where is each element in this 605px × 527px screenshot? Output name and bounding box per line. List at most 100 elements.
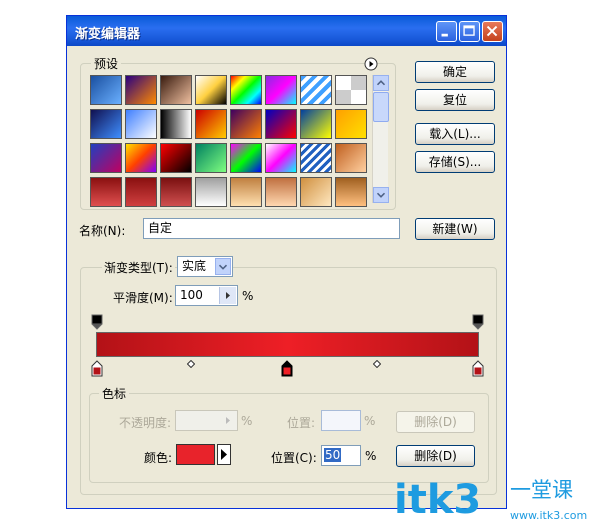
color-position-input[interactable]: 50 (321, 445, 361, 466)
color-position-unit: % (365, 449, 377, 463)
watermark: itk3 一堂课 www.itk3.com (392, 473, 605, 524)
preset-swatch[interactable] (195, 109, 227, 139)
preset-swatch[interactable] (265, 109, 297, 139)
smoothness-input[interactable]: 100 (175, 285, 238, 306)
color-menu-button[interactable] (217, 444, 231, 465)
opacity-position-unit: % (364, 414, 376, 428)
chevron-right-icon (226, 292, 230, 299)
preset-swatch[interactable] (300, 143, 332, 173)
chevron-up-icon (376, 80, 386, 86)
delete-opacity-stop-button: 删除(D) (396, 411, 475, 433)
watermark-text: itk3 (394, 477, 481, 523)
load-button[interactable]: 载入(L)... (415, 123, 495, 145)
preset-swatch[interactable] (265, 75, 297, 105)
window-title: 渐变编辑器 (75, 27, 141, 42)
minimize-icon (441, 33, 448, 37)
opacity-stop-right-icon[interactable] (472, 314, 484, 330)
presets-menu-arrow-icon[interactable] (364, 57, 378, 71)
opacity-stepper (220, 412, 236, 429)
gradient-type-select[interactable]: 实底 (177, 256, 233, 277)
midpoint-diamond-icon[interactable] (187, 360, 195, 368)
preset-swatch-grid (90, 75, 373, 207)
preset-swatch[interactable] (90, 109, 122, 139)
preset-swatch[interactable] (160, 75, 192, 105)
preset-swatch[interactable] (230, 109, 262, 139)
color-swatch[interactable] (176, 444, 215, 465)
preset-swatch[interactable] (300, 109, 332, 139)
smoothness-stepper[interactable] (219, 287, 236, 304)
title-bar[interactable]: 渐变编辑器 (67, 16, 506, 46)
opacity-unit: % (241, 414, 253, 428)
preset-swatch[interactable] (195, 75, 227, 105)
preset-swatch[interactable] (265, 143, 297, 173)
color-stop-middle-icon[interactable] (281, 360, 293, 377)
color-stop-right-icon[interactable] (472, 360, 484, 377)
delete-color-stop-button[interactable]: 删除(D) (396, 445, 475, 467)
gradient-type-label: 渐变类型(T): (102, 259, 175, 276)
color-position-value: 50 (324, 448, 342, 462)
preset-swatch[interactable] (125, 109, 157, 139)
preset-swatch[interactable] (90, 75, 122, 105)
name-label: 名称(N): (79, 224, 126, 238)
preset-swatch[interactable] (265, 177, 297, 207)
preset-swatch[interactable] (230, 75, 262, 105)
save-button[interactable]: 存储(S)... (415, 151, 495, 173)
gradient-editor-dialog: 渐变编辑器 预设 确定 复位 载入(L)... 存储(S)... 名称(N): … (66, 15, 507, 509)
preset-swatch[interactable] (230, 143, 262, 173)
close-button[interactable] (482, 21, 503, 42)
midpoint-diamond-icon[interactable] (373, 360, 381, 368)
close-icon (486, 25, 498, 37)
smoothness-label: 平滑度(M): (113, 291, 173, 305)
preset-swatch[interactable] (125, 143, 157, 173)
opacity-input (175, 410, 238, 431)
preset-swatch[interactable] (195, 177, 227, 207)
presets-scrollbar[interactable] (372, 75, 389, 203)
dropdown-button[interactable] (215, 258, 231, 275)
preset-swatch[interactable] (160, 143, 192, 173)
opacity-position-input (321, 410, 361, 431)
preset-swatch[interactable] (90, 143, 122, 173)
preset-swatch[interactable] (335, 75, 367, 105)
preset-swatch[interactable] (335, 109, 367, 139)
new-button[interactable]: 新建(W) (415, 218, 495, 240)
presets-legend: 预设 (91, 55, 122, 72)
scroll-thumb[interactable] (373, 92, 389, 122)
color-position-label: 位置(C): (271, 451, 317, 465)
gradient-type-value: 实底 (182, 259, 207, 273)
smoothness-unit: % (242, 289, 254, 303)
color-stop-left-icon[interactable] (91, 360, 103, 377)
chevron-down-icon (218, 264, 228, 270)
stops-legend: 色标 (99, 385, 130, 402)
opacity-position-label: 位置: (287, 416, 316, 430)
reset-button[interactable]: 复位 (415, 89, 495, 111)
preset-swatch[interactable] (160, 177, 192, 207)
smoothness-value: 100 (180, 288, 203, 302)
preset-swatch[interactable] (230, 177, 262, 207)
preset-swatch[interactable] (90, 177, 122, 207)
color-label: 颜色: (144, 451, 173, 465)
preset-swatch[interactable] (335, 177, 367, 207)
preset-swatch[interactable] (300, 75, 332, 105)
watermark-logo: itk3 一堂课 www.itk3.com (394, 477, 587, 523)
preset-swatch[interactable] (300, 177, 332, 207)
scroll-up-button[interactable] (373, 75, 389, 91)
chevron-right-icon (226, 417, 230, 424)
minimize-button[interactable] (436, 21, 457, 42)
preset-swatch[interactable] (195, 143, 227, 173)
watermark-url: www.itk3.com (510, 509, 587, 522)
watermark-subtitle: 一堂课 (510, 478, 573, 502)
maximize-button[interactable] (459, 21, 480, 42)
scroll-down-button[interactable] (373, 187, 389, 203)
preset-swatch[interactable] (335, 143, 367, 173)
preset-swatch[interactable] (160, 109, 192, 139)
preset-swatch[interactable] (125, 75, 157, 105)
preset-swatch[interactable] (125, 177, 157, 207)
gradient-preview-bar[interactable] (96, 332, 479, 357)
chevron-down-icon (376, 192, 386, 198)
opacity-label: 不透明度: (119, 416, 172, 430)
maximize-icon (463, 25, 475, 36)
opacity-stop-left-icon[interactable] (91, 314, 103, 330)
name-input[interactable]: 自定 (143, 218, 400, 239)
stops-group (89, 393, 489, 483)
ok-button[interactable]: 确定 (415, 61, 495, 83)
